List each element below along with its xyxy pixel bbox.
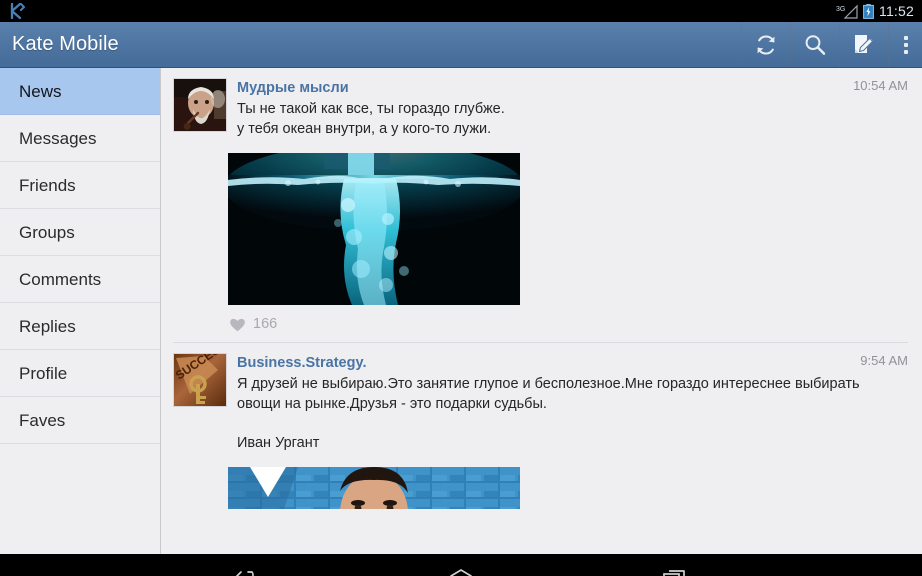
feed-post[interactable]: 10:54 AM Мудрые мысли Ты не такой как вс… (161, 68, 922, 343)
post-text: Я друзей не выбираю.Это занятие глупое и… (237, 376, 860, 412)
post-body: Business.Strategy. Я друзей не выбираю.Э… (237, 353, 908, 453)
sidebar-item-label: Friends (19, 175, 76, 195)
back-button[interactable] (219, 554, 275, 576)
sidebar-item-label: News (19, 81, 62, 101)
recents-button[interactable] (647, 554, 703, 576)
sidebar-item-label: Groups (19, 222, 75, 242)
post-signature: Иван Ургант (237, 435, 320, 451)
status-bar-right: 3G 11:52 (836, 0, 914, 22)
post-body: Мудрые мысли Ты не такой как все, ты гор… (237, 78, 908, 139)
post-header: Мудрые мысли Ты не такой как все, ты гор… (173, 78, 908, 139)
avatar-old-man-with-pipe[interactable] (173, 78, 227, 132)
news-feed[interactable]: 10:54 AM Мудрые мысли Ты не такой как вс… (161, 68, 922, 554)
likes-count: 166 (253, 316, 278, 332)
post-timestamp: 9:54 AM (860, 353, 908, 368)
home-icon (446, 565, 476, 576)
sidebar-item-comments[interactable]: Comments (0, 256, 160, 303)
post-attachment[interactable] (228, 467, 908, 509)
post-attachment[interactable] (228, 153, 908, 305)
search-button[interactable] (790, 21, 839, 68)
action-bar: Kate Mobile (0, 21, 922, 68)
battery-charging-icon (863, 3, 874, 19)
kate-logo-icon (9, 3, 27, 19)
post-likes[interactable]: 166 (229, 316, 908, 332)
sidebar-item-faves[interactable]: Faves (0, 397, 160, 444)
signal-3g-icon: 3G (836, 4, 858, 19)
sidebar-item-label: Messages (19, 128, 97, 148)
sidebar-item-friends[interactable]: Friends (0, 162, 160, 209)
sidebar-item-label: Comments (19, 269, 102, 289)
recents-icon (660, 565, 690, 576)
status-clock: 11:52 (879, 3, 914, 19)
compose-button[interactable] (839, 21, 888, 68)
post-author[interactable]: Мудрые мысли (237, 80, 349, 96)
svg-text:3G: 3G (836, 6, 845, 13)
sidebar-item-label: Profile (19, 363, 68, 383)
feed-post[interactable]: 9:54 AM SUCCESS Business.Strategy. Я дру… (161, 343, 922, 509)
app-title: Kate Mobile (12, 33, 119, 55)
overflow-button[interactable] (888, 21, 922, 68)
android-navigation-bar (0, 554, 922, 576)
overflow-menu-icon (903, 35, 908, 54)
post-header: SUCCESS Business.Strategy. Я друзей не в… (173, 353, 908, 453)
home-button[interactable] (433, 554, 489, 576)
compose-icon (851, 32, 877, 58)
sidebar-item-profile[interactable]: Profile (0, 350, 160, 397)
search-icon (803, 33, 827, 57)
sidebar-item-label: Faves (19, 410, 66, 430)
action-bar-buttons (741, 21, 922, 68)
photo-man-blue-brick-wall[interactable] (228, 467, 520, 509)
sidebar-empty-space (0, 444, 160, 554)
avatar-success-key[interactable]: SUCCESS (173, 353, 227, 407)
post-author[interactable]: Business.Strategy. (237, 355, 366, 371)
sidebar-item-label: Replies (19, 316, 76, 336)
sidebar-item-messages[interactable]: Messages (0, 115, 160, 162)
photo-underwater-bubbles[interactable] (228, 153, 520, 305)
status-bar: 3G 11:52 (0, 0, 922, 22)
refresh-button[interactable] (741, 21, 790, 68)
workspace: News Messages Friends Groups Comments Re… (0, 68, 922, 554)
sidebar-item-groups[interactable]: Groups (0, 209, 160, 256)
heart-icon (229, 317, 246, 332)
sidebar-item-replies[interactable]: Replies (0, 303, 160, 350)
sidebar-item-news[interactable]: News (0, 68, 160, 115)
post-text: Ты не такой как все, ты гораздо глубже. … (237, 101, 505, 137)
post-timestamp: 10:54 AM (853, 78, 908, 93)
refresh-icon (754, 33, 778, 57)
sidebar: News Messages Friends Groups Comments Re… (0, 68, 161, 554)
back-icon (232, 565, 262, 576)
